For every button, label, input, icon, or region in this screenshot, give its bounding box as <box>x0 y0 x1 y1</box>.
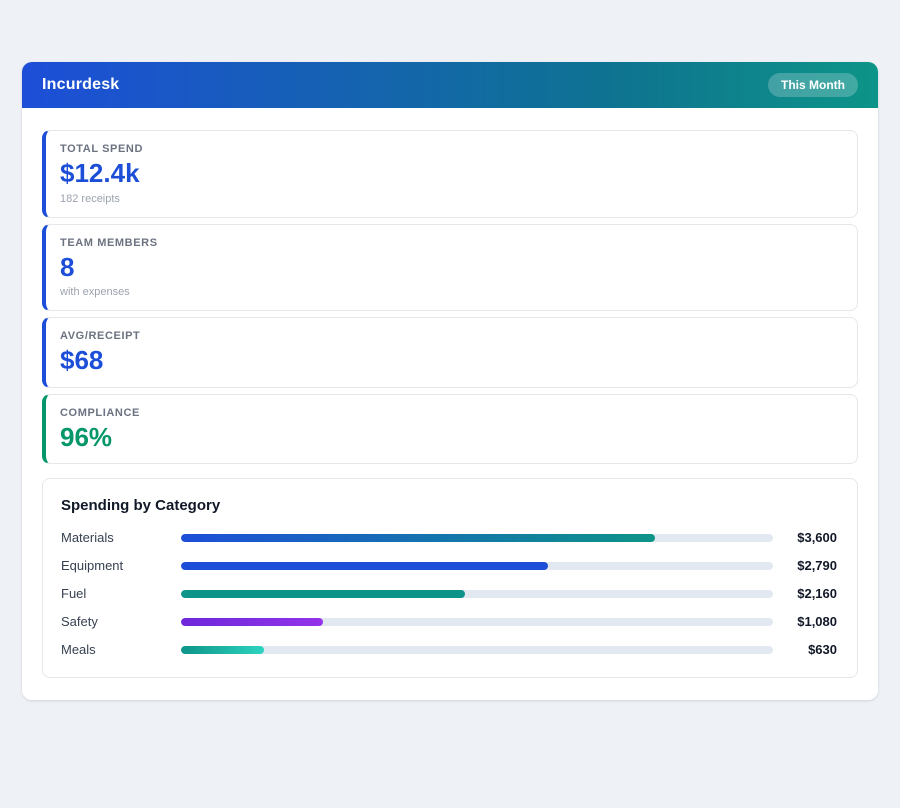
stat-value: 96% <box>60 421 113 452</box>
app-header: Incurdesk This Month <box>22 62 878 108</box>
stat-value: $12.4k <box>60 158 140 188</box>
stat-card-total-spend: TOTAL SPEND $12.4k 182 receipts <box>42 130 858 218</box>
stat-label: TEAM MEMBERS <box>60 236 158 249</box>
dashboard-card: Incurdesk This Month TOTAL SPEND $12.4k 18… <box>22 62 878 701</box>
category-value: $2,160 <box>797 586 837 602</box>
category-value: $2,790 <box>797 558 837 574</box>
category-rows: Materials $3,600 Equipment $2,790 Fuel $2,160… <box>61 530 837 657</box>
bar-track <box>181 533 773 542</box>
chart-title: Spending by Category <box>61 497 221 515</box>
period-badge[interactable]: This Month <box>768 73 858 97</box>
bar-track <box>181 589 773 598</box>
category-label: Fuel <box>61 586 87 602</box>
category-label: Equipment <box>61 558 124 574</box>
category-value: $630 <box>808 642 837 658</box>
category-value: $1,080 <box>797 614 837 630</box>
stat-label: TOTAL SPEND <box>60 143 143 155</box>
stats-container: TOTAL SPEND $12.4k 182 receipts TEAM MEMBER… <box>42 130 858 465</box>
category-row-equipment: Equipment $2,790 <box>61 558 837 573</box>
stat-value: $68 <box>60 345 104 376</box>
category-row-fuel: Fuel $2,160 <box>61 586 837 601</box>
bar-fill <box>181 589 466 598</box>
bar-track <box>181 561 773 570</box>
category-row-safety: Safety $1,080 <box>61 614 837 629</box>
stat-subtext: with expenses <box>60 286 130 299</box>
category-label: Safety <box>61 614 98 630</box>
stat-card-avg-receipt: AVG/RECEIPT $68 <box>42 317 858 388</box>
stat-value: 8 <box>60 251 75 282</box>
dashboard-body: TOTAL SPEND $12.4k 182 receipts TEAM MEMBER… <box>22 108 878 701</box>
stat-card-compliance: COMPLIANCE 96% <box>42 393 858 465</box>
category-label: Materials <box>61 530 114 546</box>
category-row-meals: Meals $630 <box>61 642 837 657</box>
category-row-materials: Materials $3,600 <box>61 530 837 545</box>
category-value: $3,600 <box>797 530 837 546</box>
bar-fill <box>181 617 324 626</box>
stat-subtext: 182 receipts <box>60 192 120 205</box>
stat-label: AVG/RECEIPT <box>60 330 141 343</box>
app-title: Incurdesk <box>42 76 120 93</box>
stat-label: COMPLIANCE <box>60 406 140 419</box>
bar-track <box>181 645 773 654</box>
category-label: Meals <box>61 642 96 658</box>
bar-fill <box>181 561 549 570</box>
bar-track <box>181 617 773 626</box>
stat-card-team-members: TEAM MEMBERS 8 with expenses <box>42 223 858 312</box>
bar-fill <box>181 645 264 654</box>
bar-fill <box>181 533 655 542</box>
spending-by-category-card: Spending by Category Materials $3,600 Equi… <box>42 478 858 679</box>
